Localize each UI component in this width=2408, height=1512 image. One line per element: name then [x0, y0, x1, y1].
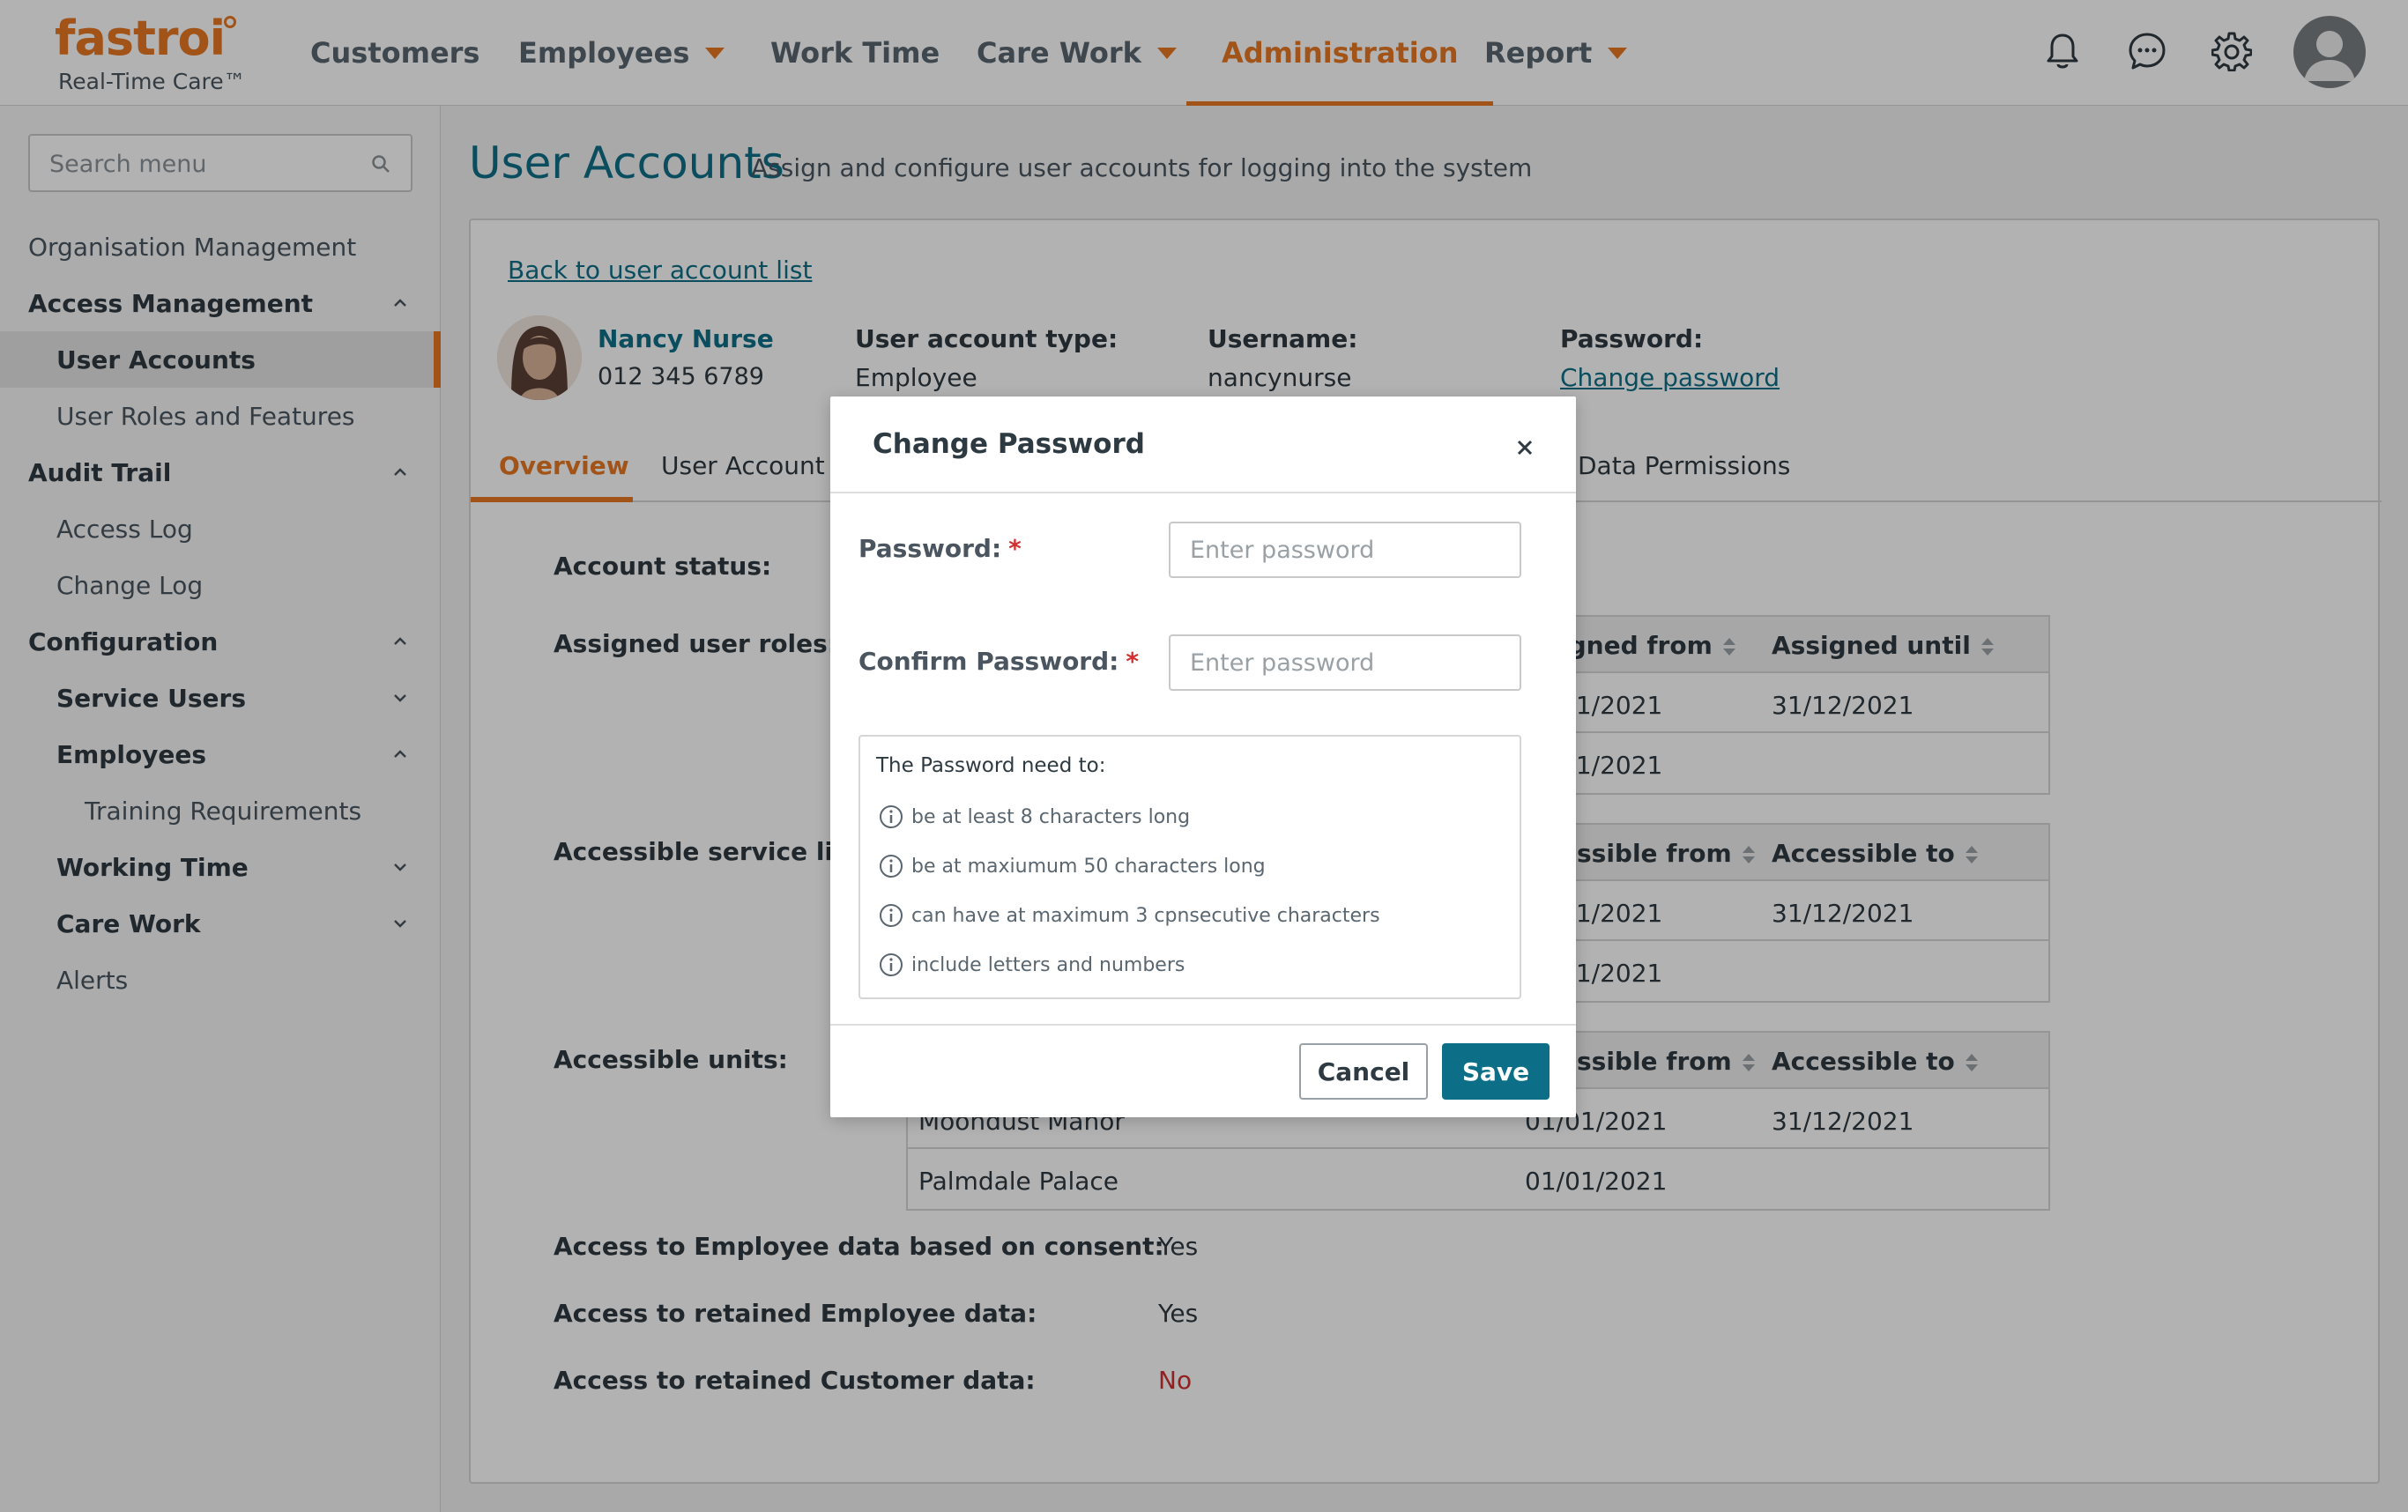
save-button[interactable]: Save: [1442, 1043, 1550, 1100]
required-marker: *: [1008, 534, 1022, 563]
cancel-button[interactable]: Cancel: [1299, 1043, 1428, 1100]
password-rules-box: The Password need to: be at least 8 char…: [858, 735, 1521, 999]
confirm-password-input[interactable]: [1169, 634, 1521, 691]
password-rule: be at maxiumum 50 characters long: [878, 853, 1266, 879]
password-rule: be at least 8 characters long: [878, 804, 1190, 830]
password-input[interactable]: [1169, 522, 1521, 578]
dialog-title: Change Password: [873, 428, 1145, 460]
change-password-dialog: Change Password Password: * Confirm Passw…: [830, 397, 1576, 1117]
info-icon: [880, 904, 903, 927]
info-icon: [880, 953, 903, 976]
info-icon: [880, 855, 903, 878]
password-rules-title: The Password need to:: [876, 754, 1106, 777]
password-rule: can have at maximum 3 cpnsecutive charac…: [878, 902, 1380, 929]
info-icon: [880, 805, 903, 828]
password-rule: include letters and numbers: [878, 952, 1185, 978]
dialog-footer-divider: [830, 1024, 1576, 1026]
close-icon[interactable]: [1509, 432, 1541, 463]
dialog-divider: [830, 492, 1576, 493]
password-field-label: Password: *: [858, 534, 1022, 563]
confirm-password-field-label: Confirm Password: *: [858, 647, 1140, 676]
required-marker: *: [1126, 647, 1140, 676]
